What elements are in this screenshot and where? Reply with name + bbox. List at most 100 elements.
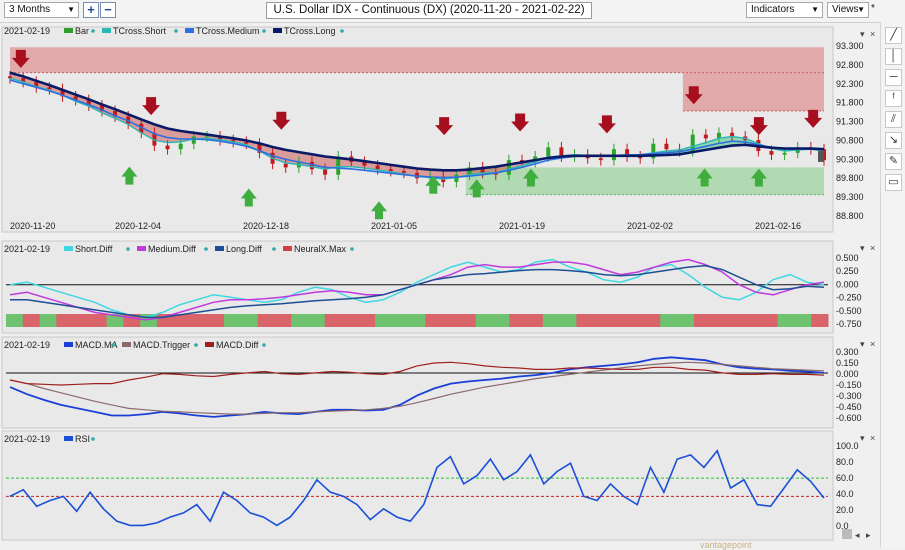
legend-dot-icon bbox=[91, 29, 95, 33]
candle-body bbox=[782, 152, 787, 155]
macd-ytick: -0.600 bbox=[836, 413, 862, 423]
legend-dot-icon bbox=[350, 247, 354, 251]
neuralx-legend-date: 2021-02-19 bbox=[4, 244, 50, 254]
legend-label-1: Medium.Diff bbox=[148, 244, 196, 254]
candle-body bbox=[165, 145, 170, 150]
candle-body bbox=[664, 143, 669, 150]
price-ytick: 91.300 bbox=[836, 117, 864, 127]
candle-body bbox=[204, 136, 209, 138]
neuralx-ytick: 0.250 bbox=[836, 266, 859, 276]
neuralx-max-bar bbox=[811, 314, 829, 327]
neuralx-max-bar bbox=[224, 314, 242, 327]
neuralx-max-bar bbox=[777, 314, 795, 327]
neuralx-ytick: 0.000 bbox=[836, 279, 859, 289]
zone-resistance bbox=[682, 72, 824, 111]
rsi-collapse-icon: ▾ bbox=[860, 433, 865, 443]
legend-swatch bbox=[64, 342, 73, 347]
legend-swatch bbox=[122, 342, 131, 347]
price-close-icon: × bbox=[870, 29, 875, 39]
star-marker: * bbox=[871, 3, 875, 14]
neuralx-max-bar bbox=[442, 314, 460, 327]
brush-tool-icon[interactable]: ✎ bbox=[885, 153, 902, 170]
neuralx-max-bar bbox=[358, 314, 376, 327]
comment-tool-icon[interactable]: ▭ bbox=[885, 174, 902, 191]
neuralx-max-bar bbox=[324, 314, 343, 327]
views-label: Views bbox=[832, 4, 859, 15]
legend-swatch bbox=[205, 342, 214, 347]
neuralx-ytick: -0.250 bbox=[836, 293, 862, 303]
macd-ytick: 0.000 bbox=[836, 369, 859, 379]
scroll-handle bbox=[842, 529, 852, 539]
legend-swatch bbox=[273, 28, 282, 33]
macd-ytick: 0.300 bbox=[836, 347, 859, 357]
candle-body bbox=[401, 171, 406, 173]
legend-swatch bbox=[137, 246, 146, 251]
indicators-dropdown[interactable]: Indicators ▼ bbox=[746, 2, 823, 18]
neuralx-max-bar bbox=[727, 314, 745, 327]
legend-dot-icon bbox=[262, 343, 266, 347]
zoom-in-button[interactable]: + bbox=[83, 2, 99, 18]
neuralx-max-bar bbox=[744, 314, 762, 327]
price-ytick: 90.300 bbox=[836, 154, 864, 164]
neuralx-max-bar bbox=[425, 314, 443, 327]
legend-label-3: NeuralX.Max bbox=[294, 244, 347, 254]
arrow-tool-icon[interactable]: ↘ bbox=[885, 132, 902, 149]
neuralx-max-bar bbox=[56, 314, 74, 327]
indicators-label: Indicators bbox=[751, 4, 795, 15]
candle-body bbox=[506, 160, 511, 175]
x-axis-label: 2020-12-18 bbox=[243, 221, 289, 231]
candle-body bbox=[323, 169, 328, 175]
views-dropdown[interactable]: Views ▼ bbox=[827, 2, 869, 18]
neuralx-ytick: 0.500 bbox=[836, 253, 859, 263]
macd-pane bbox=[1, 336, 834, 429]
neuralx-collapse-icon: ▾ bbox=[860, 243, 865, 253]
trendline-tool-icon[interactable]: ╱ bbox=[885, 27, 902, 44]
period-select[interactable]: 3 Months ▼ bbox=[4, 2, 79, 18]
price-ytick: 93.300 bbox=[836, 41, 864, 51]
toolbar: 3 Months ▼ + − U.S. Dollar IDX - Continuo… bbox=[0, 0, 905, 23]
price-collapse-icon: ▾ bbox=[860, 29, 865, 39]
neuralx-max-bar bbox=[6, 314, 24, 327]
chart-area[interactable]: ▾ × 2021-02-19 Bar TCross.Short TCross.Medium… bbox=[0, 22, 880, 548]
legend-dot-icon bbox=[340, 29, 344, 33]
channel-tool-icon[interactable]: ⫽ bbox=[885, 111, 902, 128]
price-ytick: 91.800 bbox=[836, 98, 864, 108]
candle-body bbox=[598, 158, 603, 161]
zoom-out-button[interactable]: − bbox=[100, 2, 116, 18]
legend-swatch bbox=[215, 246, 224, 251]
rsi-ytick: 60.0 bbox=[836, 473, 854, 483]
legend-label-0: Bar bbox=[75, 26, 89, 36]
legend-swatch bbox=[64, 246, 73, 251]
scroll-left-icon: ◂ bbox=[855, 530, 860, 540]
drawing-tools-sidebar: ╱ │ ─ ᶠ ⫽ ↘ ✎ ▭ bbox=[880, 22, 905, 548]
legend-swatch bbox=[283, 246, 292, 251]
legend-swatch bbox=[64, 436, 73, 441]
candle-body bbox=[703, 134, 708, 139]
neuralx-max-bar bbox=[542, 314, 561, 327]
price-ytick: 90.800 bbox=[836, 135, 864, 145]
neuralx-max-bar bbox=[39, 314, 57, 327]
neuralx-max-bar bbox=[274, 314, 292, 327]
chevron-down-icon: ▼ bbox=[811, 5, 819, 14]
neuralx-close-icon: × bbox=[870, 243, 875, 253]
neuralx-max-bar bbox=[677, 314, 695, 327]
legend-swatch bbox=[185, 28, 194, 33]
neuralx-max-bar bbox=[576, 314, 594, 327]
zone-support bbox=[465, 167, 824, 195]
candle-body bbox=[191, 136, 196, 144]
x-axis-label: 2021-01-19 bbox=[499, 221, 545, 231]
candle-body bbox=[244, 141, 249, 144]
horizontal-line-tool-icon[interactable]: ─ bbox=[885, 69, 902, 86]
rsi-ytick: 20.0 bbox=[836, 505, 854, 515]
neuralx-max-bar bbox=[643, 314, 661, 327]
scroll-right-icon: ▸ bbox=[866, 530, 871, 540]
fibonacci-tool-icon[interactable]: ᶠ bbox=[885, 90, 902, 107]
legend-label-0: RSI bbox=[75, 434, 90, 444]
neuralx-max-bar bbox=[710, 314, 728, 327]
legend-label-2: MACD.Diff bbox=[216, 340, 259, 350]
candle-body bbox=[546, 147, 551, 157]
vertical-line-tool-icon[interactable]: │ bbox=[885, 48, 902, 65]
neuralx-max-bar bbox=[375, 314, 393, 327]
neuralx-max-bar bbox=[89, 314, 108, 327]
neuralx-max-bar bbox=[760, 314, 779, 327]
